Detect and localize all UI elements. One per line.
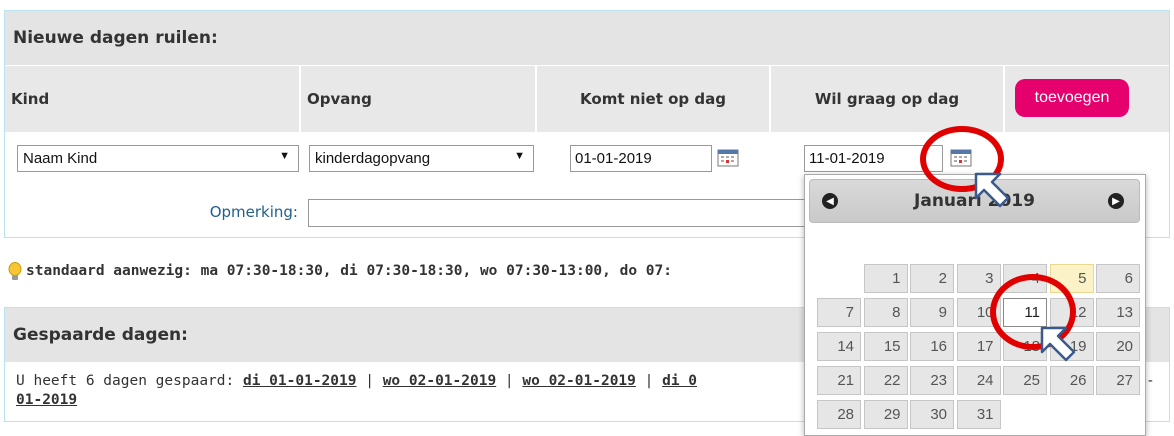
chevron-down-icon: ▼ [514,150,525,162]
lightbulb-icon [8,262,22,280]
datepicker-day[interactable]: 7 [817,298,861,327]
calendar-icon[interactable] [717,149,739,167]
datepicker-day[interactable]: 20 [1096,332,1140,361]
datepicker-day[interactable]: 23 [910,366,954,395]
prev-month-icon[interactable]: ◀ [822,193,838,209]
datepicker-day[interactable]: 27 [1096,366,1140,395]
saved-days-line: U heeft 6 dagen gespaard: di 01-01-2019 … [16,373,806,389]
saved-separator: | [504,373,514,389]
chevron-down-icon: ▼ [279,150,290,162]
opvang-select-value: kinderdagopvang [315,150,431,167]
datepicker-day[interactable]: 26 [1049,366,1094,395]
next-month-icon[interactable]: ▶ [1108,193,1124,209]
datepicker-day[interactable]: 13 [1096,298,1140,327]
new-days-title: Nieuwe dagen ruilen: [5,11,1169,65]
saved-trail-char: - [1146,373,1155,389]
datepicker-day[interactable]: 15 [863,332,908,361]
add-button[interactable]: toevoegen [1015,79,1129,117]
weekday-label: Wo [919,235,945,251]
datepicker-day[interactable]: 8 [863,298,908,327]
col-opvang: Opvang [301,66,537,132]
opvang-select[interactable]: kinderdagopvang ▼ [309,145,534,172]
datepicker-day[interactable]: 14 [817,332,861,361]
weekday-label: Ma [827,235,851,251]
saved-day-link[interactable]: 01-2019 [16,392,77,408]
saved-day-link[interactable]: wo 02-01-2019 [383,373,497,389]
weekday-label: Za [1061,235,1082,251]
datepicker-day[interactable]: 29 [863,400,908,429]
weekday-label: Zo [1108,235,1128,251]
opmerking-input[interactable] [308,199,808,227]
saved-days-line2: 01-2019 [16,392,77,408]
datepicker-day[interactable]: 25 [1003,366,1047,395]
saved-day-link[interactable]: wo 02-01-2019 [522,373,636,389]
saved-separator: | [644,373,654,389]
datepicker-day[interactable]: 1 [863,264,908,293]
datepicker-day[interactable]: 3 [956,264,1001,293]
saved-separator: | [365,373,374,389]
weekday-label: Do [967,235,990,251]
datepicker-day[interactable]: 31 [956,400,1001,429]
standard-presence-info: standaard aanwezig: ma 07:30-18:30, di 0… [26,263,673,279]
datepicker-day[interactable]: 2 [910,264,954,293]
datepicker-day[interactable]: 21 [817,366,861,395]
datepicker-day[interactable]: 17 [956,332,1001,361]
kind-select[interactable]: Naam Kind ▼ [17,145,299,172]
cursor-icon [974,172,1010,208]
komt-niet-date-input[interactable]: 01-01-2019 [570,145,712,172]
kind-select-value: Naam Kind [23,150,98,167]
datepicker-day[interactable]: 28 [817,400,861,429]
datepicker-day[interactable]: 22 [863,366,908,395]
saved-intro: U heeft 6 dagen gespaard: [16,373,235,389]
datepicker-day[interactable]: 30 [910,400,954,429]
datepicker-day[interactable]: 6 [1096,264,1140,293]
col-kind: Kind [5,66,301,132]
weekday-label: Di [877,235,894,251]
weekday-label: Vr [1016,235,1034,251]
opmerking-label: Opmerking: [209,203,298,221]
saved-day-link[interactable]: di 01-01-2019 [243,373,357,389]
datepicker-day[interactable]: 16 [910,332,954,361]
datepicker-day[interactable]: 24 [956,366,1001,395]
col-komt-niet: Komt niet op dag [537,66,771,132]
saved-day-link[interactable]: di 0 [662,373,697,389]
datepicker-day[interactable]: 9 [910,298,954,327]
cursor-icon [1040,326,1076,362]
col-wil-graag: Wil graag op dag [771,66,1005,132]
